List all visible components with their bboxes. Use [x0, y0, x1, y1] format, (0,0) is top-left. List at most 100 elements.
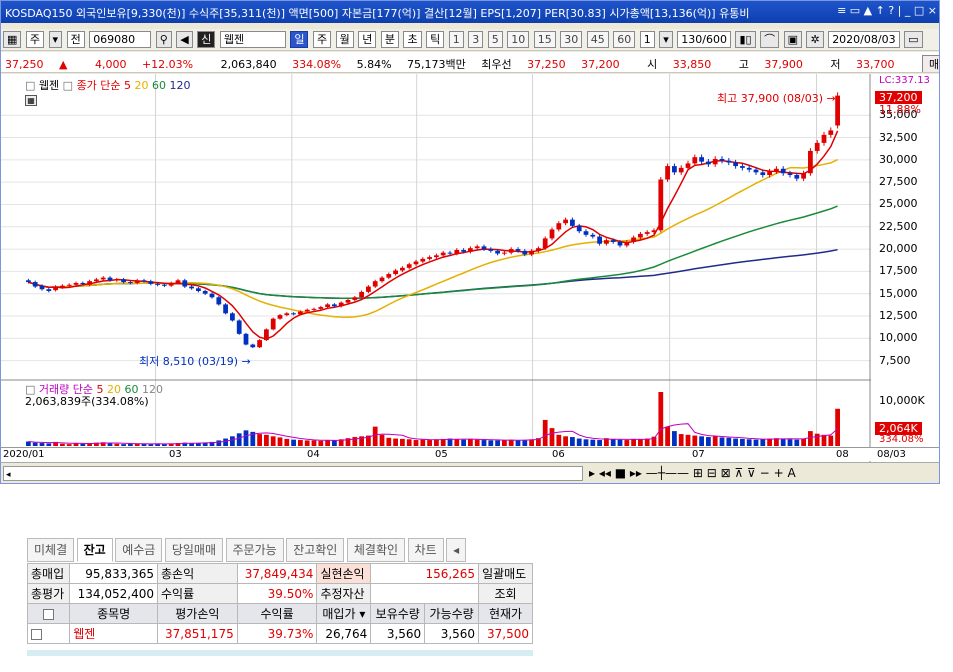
price-chart[interactable]: □ 웹젠 □ 종가 단순 5 20 60 120 ▦ 최고 37,900 (08… [1, 74, 939, 462]
period-tab-week[interactable]: 주 [312, 31, 332, 48]
candle-body [318, 307, 324, 309]
candle-body [175, 280, 181, 283]
candle-body [202, 291, 208, 294]
volume-bar [318, 440, 324, 446]
tab-scroll-icon[interactable]: ◂ [446, 538, 467, 562]
save-icon[interactable]: ▣ [783, 31, 802, 48]
total-eval-label: 총평가 [26, 583, 71, 604]
interval-1[interactable]: 1 [448, 31, 464, 48]
type-select[interactable]: 전 [66, 31, 85, 48]
layout-icon[interactable]: ▦ [3, 31, 22, 48]
stock-name-field[interactable]: 웹젠 [219, 31, 286, 48]
candle-body [325, 304, 330, 308]
volume-bar [706, 437, 711, 446]
interval-5[interactable]: 5 [487, 31, 503, 48]
speaker-icon[interactable]: ◀ [176, 31, 193, 48]
stock-info-text: KOSDAQ150 외국인보유[9,330(천)] 수식주[35,311(천)]… [5, 7, 750, 20]
query-button[interactable]: 조회 [478, 583, 533, 604]
chart-scrollbar[interactable]: ◂ [3, 466, 583, 481]
chevron-down-icon[interactable]: ▾ [359, 607, 365, 621]
row-checkbox[interactable] [26, 623, 71, 644]
calendar-icon[interactable]: ▭ [904, 31, 923, 48]
candle-body [774, 168, 779, 172]
volume-bar [325, 440, 330, 446]
window-controls[interactable]: ≡ ▭ ▲ ↑ ? | _ □ × [837, 4, 937, 17]
price-change: 4,000 +12.03% [94, 58, 194, 71]
indicator-icon[interactable]: ⌒ [760, 31, 780, 48]
search-icon[interactable]: ⚲ [155, 31, 172, 48]
tab-fill-check[interactable]: 체결확인 [346, 538, 406, 562]
header-current[interactable]: 현재가 [478, 603, 533, 624]
tab-deposit[interactable]: 예수금 [115, 538, 163, 562]
zoom-out-icon[interactable]: − [760, 466, 770, 480]
tab-chart[interactable]: 차트 [407, 538, 444, 562]
tab-daily-trades[interactable]: 당일매매 [164, 538, 224, 562]
header-return[interactable]: 수익률 [236, 603, 318, 624]
interval-3[interactable]: 3 [468, 31, 484, 48]
interval-45[interactable]: 45 [586, 31, 609, 48]
interval-15[interactable]: 15 [533, 31, 556, 48]
header-buy-price[interactable]: 매입가 ▾ [316, 603, 372, 624]
period-tab-year[interactable]: 년 [358, 31, 377, 48]
zoom-slider[interactable]: —┼—— [646, 466, 689, 480]
candle-body [542, 238, 548, 249]
row-current: 37,500 [478, 623, 533, 644]
chevron-down-icon[interactable]: ▾ [659, 31, 673, 48]
price-tick-label: 20,000 [879, 242, 918, 256]
buy-button[interactable]: 매수 [922, 55, 939, 72]
interval-10[interactable]: 10 [507, 31, 530, 48]
header-qty[interactable]: 보유수량 [370, 603, 426, 624]
interval-60[interactable]: 60 [613, 31, 636, 48]
volume-bar [270, 436, 276, 446]
candle-body [794, 175, 800, 179]
tab-unfilled[interactable]: 미체결 [27, 538, 75, 562]
candle-body [563, 219, 568, 224]
table-row[interactable]: 웹젠 37,851,175 39.73% 26,764 3,560 3,560 … [26, 623, 533, 644]
zoom-in-icon[interactable]: + [774, 466, 784, 480]
bulk-sell-button[interactable]: 일괄매도 [478, 563, 533, 584]
candle-body [658, 179, 664, 231]
period-tab-tick[interactable]: 틱 [426, 31, 445, 48]
dropdown-icon[interactable]: ▾ [48, 31, 63, 48]
candle-type-icon[interactable]: ▮▯ [735, 31, 756, 48]
rewind-icon[interactable]: ◂◂ [599, 466, 611, 480]
candle-body [746, 167, 752, 170]
stock-code-input[interactable]: 069080 [89, 31, 152, 48]
volume-axis-tick: 10,000K [879, 394, 925, 407]
font-size-icon[interactable]: A [787, 466, 795, 480]
date-tick: 03 [169, 449, 182, 460]
volume-bar [461, 439, 466, 446]
view-select[interactable]: 주 [25, 31, 45, 48]
header-pnl[interactable]: 평가손익 [157, 603, 238, 624]
draw-tools-icon[interactable]: ⊞ ⊟ ⊠ ⊼ ⊽ [693, 466, 756, 480]
period-tab-day[interactable]: 일 [290, 31, 309, 48]
stop-icon[interactable]: ■ [615, 466, 626, 480]
scroll-left-icon[interactable]: ◂ [4, 470, 11, 480]
select-all-checkbox[interactable] [26, 603, 71, 624]
period-tab-second[interactable]: 초 [403, 31, 422, 48]
forward-icon[interactable]: ▸▸ [630, 466, 642, 480]
tab-balance[interactable]: 잔고 [76, 538, 113, 562]
gear-icon[interactable]: ✲ [806, 31, 824, 48]
grid-icon[interactable]: ▦ [25, 95, 37, 106]
date-input[interactable]: 2020/08/03 [828, 31, 900, 48]
row-name[interactable]: 웹젠 [69, 623, 158, 644]
range-display[interactable]: 130/600 [677, 31, 731, 48]
price-axis: LC:337.13 35,000 32,500 30,000 27,500 25,000… [871, 74, 939, 462]
tab-orderable[interactable]: 주문가능 [225, 538, 284, 562]
candle-body [291, 313, 296, 315]
period-tab-minute[interactable]: 분 [380, 31, 399, 48]
header-avail[interactable]: 가능수량 [424, 603, 480, 624]
volume-ratio: 334.08% [292, 58, 342, 71]
candle-body [726, 160, 732, 163]
volume-bar [230, 436, 235, 446]
volume-bar [699, 436, 704, 446]
interval-30[interactable]: 30 [560, 31, 583, 48]
header-name[interactable]: 종목명 [69, 603, 158, 624]
count-input[interactable]: 1 [639, 31, 655, 48]
play-icon[interactable]: ▸ [589, 466, 595, 480]
candle-body [66, 284, 72, 286]
period-tab-month[interactable]: 월 [335, 31, 354, 48]
tab-balance-check[interactable]: 잔고확인 [286, 538, 345, 562]
volume-bar [162, 444, 167, 446]
